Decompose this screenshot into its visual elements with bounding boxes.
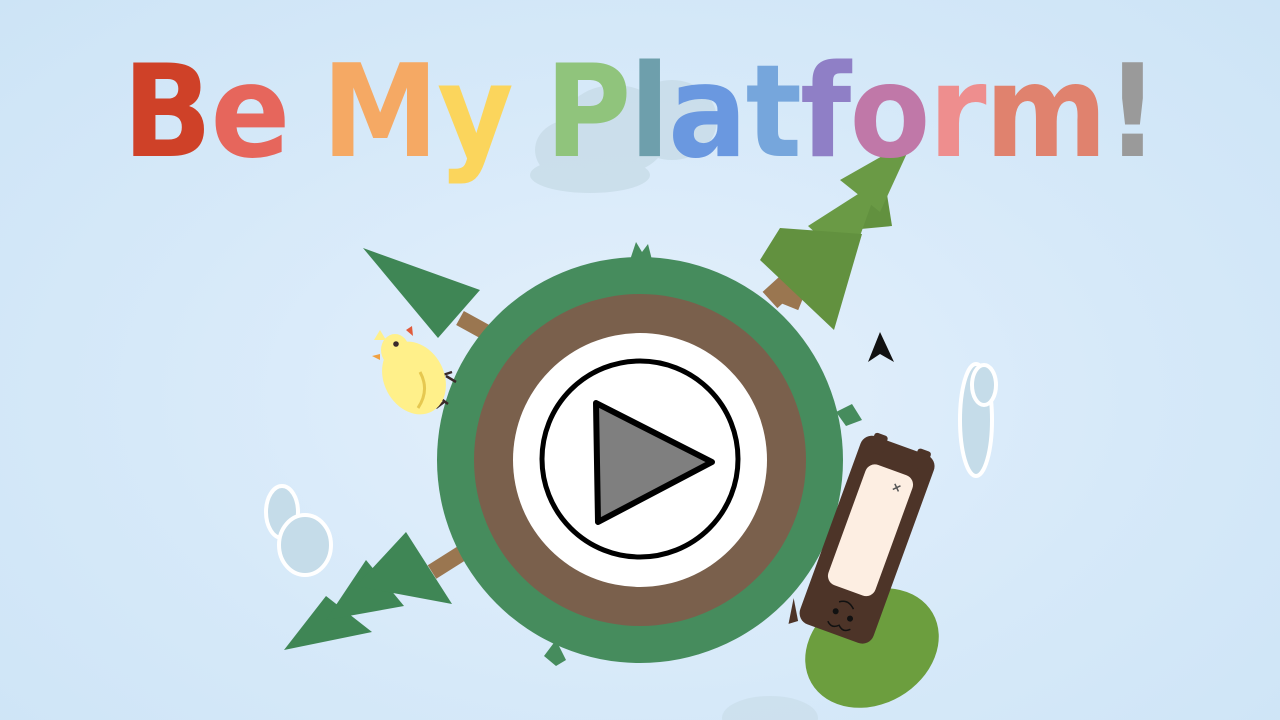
title-letter: P <box>544 38 631 187</box>
title-letter: t <box>745 38 802 187</box>
tree-lower-left <box>284 532 475 650</box>
game-title: Be My Platform! <box>51 38 1229 198</box>
grass-tuft-top <box>630 242 652 260</box>
cursor-arrow-icon <box>868 332 894 362</box>
title-letter: e <box>210 38 290 187</box>
grass-tuft-right <box>836 404 862 426</box>
tree-upper-left <box>363 248 504 348</box>
title-letter: ! <box>1105 38 1160 187</box>
title-letter: B <box>122 38 213 187</box>
title-letter <box>288 38 321 188</box>
title-letter: o <box>849 38 930 187</box>
title-letter: l <box>629 38 669 187</box>
title-letter <box>512 38 545 188</box>
title-letter: M <box>321 38 439 187</box>
title-letter: f <box>800 38 851 187</box>
title-letter: a <box>667 38 747 187</box>
title-letter: m <box>984 38 1108 187</box>
title-letter: y <box>436 38 514 187</box>
play-button[interactable] <box>539 358 741 560</box>
title-letter: r <box>928 38 987 187</box>
